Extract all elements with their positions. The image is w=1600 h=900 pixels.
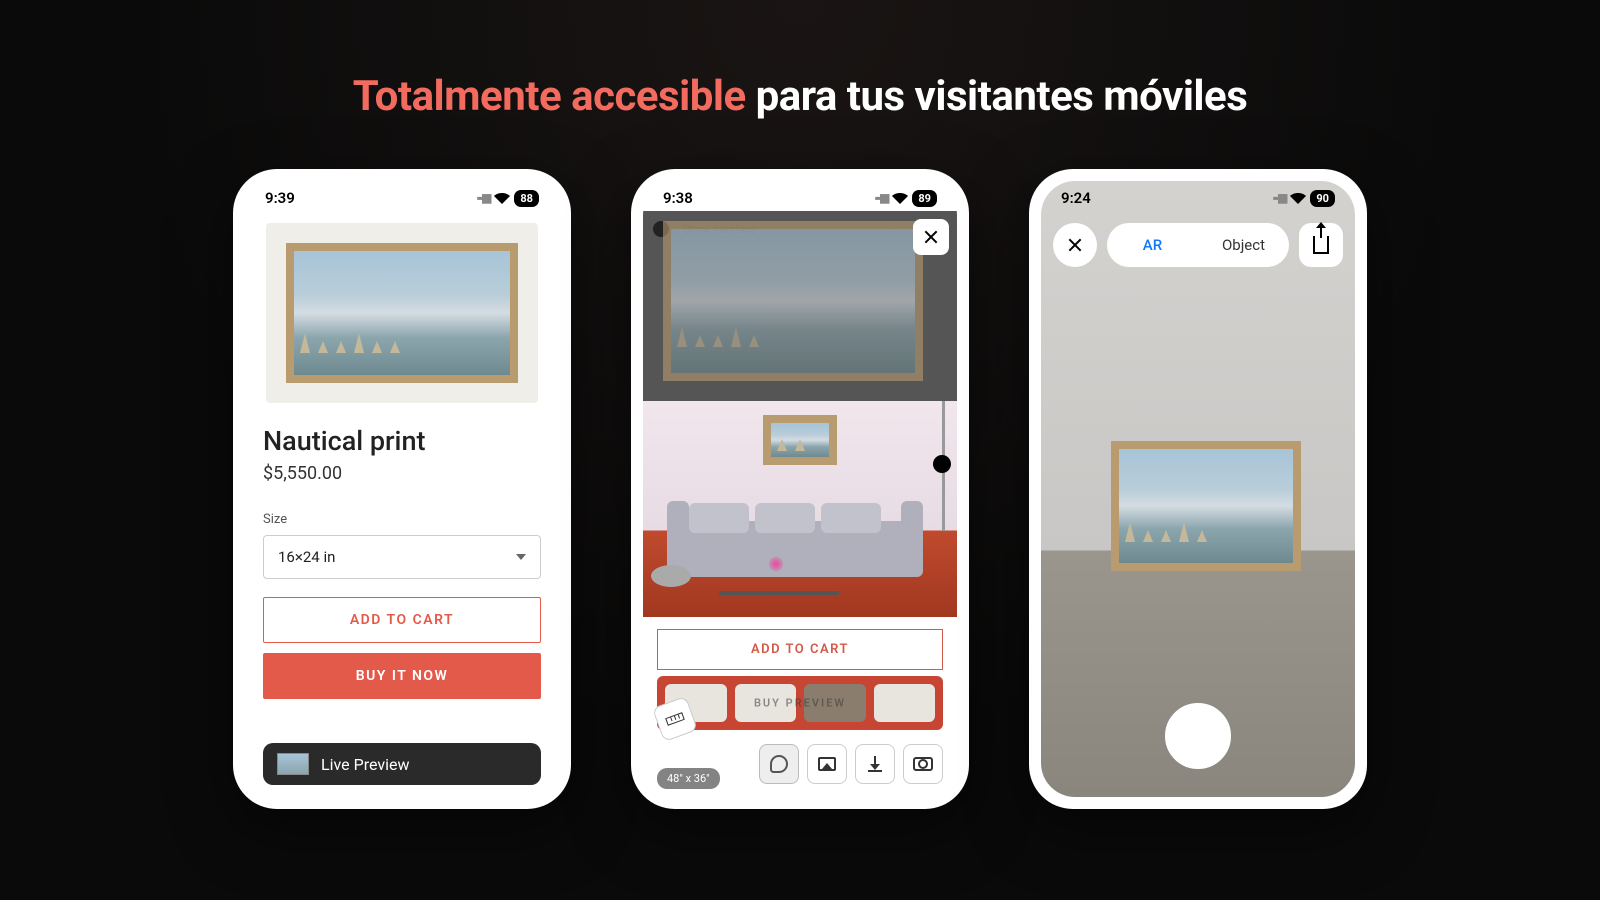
product-title: Nautical print <box>263 425 541 457</box>
dimensions-tag: 48" x 36" <box>657 768 720 789</box>
phone-row: 9:39 ▪▪▮▮ 88 Nautical print $5,550.00 Si… <box>0 169 1600 809</box>
ar-topbar: AR Object <box>1053 223 1343 267</box>
statusbar: 9:38 ▪▪▮▮ 89 <box>643 181 957 211</box>
phone-product: 9:39 ▪▪▮▮ 88 Nautical print $5,550.00 Si… <box>233 169 571 809</box>
close-button[interactable] <box>913 219 949 255</box>
download-icon <box>868 756 882 772</box>
product-image-wrap <box>245 211 559 415</box>
segment-ar[interactable]: AR <box>1107 226 1198 264</box>
battery-pill: 90 <box>1310 190 1335 207</box>
signal-icon: ▪▪▮▮ <box>477 191 491 205</box>
ar-camera-feed: 9:24 ▪▪▮▮ 90 AR Object <box>1041 181 1355 797</box>
room-thumb[interactable] <box>874 684 936 722</box>
wifi-icon <box>494 192 510 204</box>
product-image-bg <box>266 223 538 403</box>
product-price: $5,550.00 <box>263 463 541 484</box>
size-label: Size <box>263 512 541 527</box>
live-preview-label: Live Preview <box>321 755 410 774</box>
status-right: ▪▪▮▮ 89 <box>875 190 937 207</box>
camera-icon <box>913 757 933 771</box>
signal-icon: ▪▪▮▮ <box>1273 191 1287 205</box>
segment-object[interactable]: Object <box>1198 226 1289 264</box>
live-preview-thumb <box>277 753 309 775</box>
share-button[interactable] <box>1299 223 1343 267</box>
buy-now-button[interactable]: BUY IT NOW <box>263 653 541 699</box>
wifi-icon <box>1290 192 1306 204</box>
room-flowers <box>767 557 785 591</box>
status-right: ▪▪▮▮ 90 <box>1273 190 1335 207</box>
status-time: 9:24 <box>1061 189 1091 207</box>
chevron-down-icon <box>516 554 526 560</box>
size-select[interactable]: 16×24 in <box>263 535 541 579</box>
screen-product: 9:39 ▪▪▮▮ 88 Nautical print $5,550.00 Si… <box>245 181 559 797</box>
close-icon <box>1065 235 1085 255</box>
resize-handle[interactable] <box>933 455 951 473</box>
size-value: 16×24 in <box>278 548 335 566</box>
room-thumbnails: BUY PREVIEW <box>657 676 943 730</box>
screen-preview: 9:38 ▪▪▮▮ 89 Show interface <box>643 181 957 797</box>
image-icon <box>818 757 836 771</box>
ar-segment: AR Object <box>1107 223 1289 267</box>
status-right: ▪▪▮▮ 88 <box>477 190 539 207</box>
status-time: 9:39 <box>265 189 295 207</box>
live-preview-bar[interactable]: Live Preview <box>263 743 541 785</box>
add-to-cart-button[interactable]: ADD TO CART <box>657 629 943 670</box>
statusbar: 9:39 ▪▪▮▮ 88 <box>245 181 559 211</box>
download-button[interactable] <box>855 744 895 784</box>
phone-ar: 9:24 ▪▪▮▮ 90 AR Object <box>1029 169 1367 809</box>
room-couch <box>673 521 917 577</box>
battery-pill: 88 <box>514 190 539 207</box>
room-table <box>719 591 839 595</box>
headline-rest: para tus visitantes móviles <box>746 72 1248 121</box>
add-to-cart-button[interactable]: ADD TO CART <box>263 597 541 643</box>
status-time: 9:38 <box>663 189 693 207</box>
camera-button[interactable] <box>903 744 943 784</box>
buy-preview-hint: BUY PREVIEW <box>754 697 846 710</box>
ruler-icon <box>665 712 685 726</box>
wifi-icon <box>892 192 908 204</box>
artwork-on-wall[interactable] <box>763 415 837 465</box>
room-preview[interactable] <box>643 401 957 617</box>
battery-pill: 89 <box>912 190 937 207</box>
close-button[interactable] <box>1053 223 1097 267</box>
headline-accent: Totalmente accesible <box>353 72 746 121</box>
shutter-button[interactable] <box>1165 703 1231 769</box>
preview-original: Show interface <box>643 211 957 401</box>
phone-preview: 9:38 ▪▪▮▮ 89 Show interface <box>631 169 969 809</box>
product-artwork[interactable] <box>286 243 518 383</box>
ar-artwork[interactable] <box>1111 441 1301 571</box>
image-button[interactable] <box>807 744 847 784</box>
screen-ar: 9:24 ▪▪▮▮ 90 AR Object <box>1041 181 1355 797</box>
palette-button[interactable] <box>759 744 799 784</box>
room-ottoman <box>651 565 691 587</box>
share-icon <box>1313 236 1329 254</box>
headline: Totalmente accesible para tus visitantes… <box>0 0 1600 121</box>
palette-icon <box>770 755 788 773</box>
signal-icon: ▪▪▮▮ <box>875 191 889 205</box>
close-icon <box>921 227 941 247</box>
preview-artwork-top <box>663 221 923 381</box>
product-body: Nautical print $5,550.00 Size 16×24 in A… <box>245 425 559 699</box>
statusbar: 9:24 ▪▪▮▮ 90 <box>1041 181 1355 211</box>
